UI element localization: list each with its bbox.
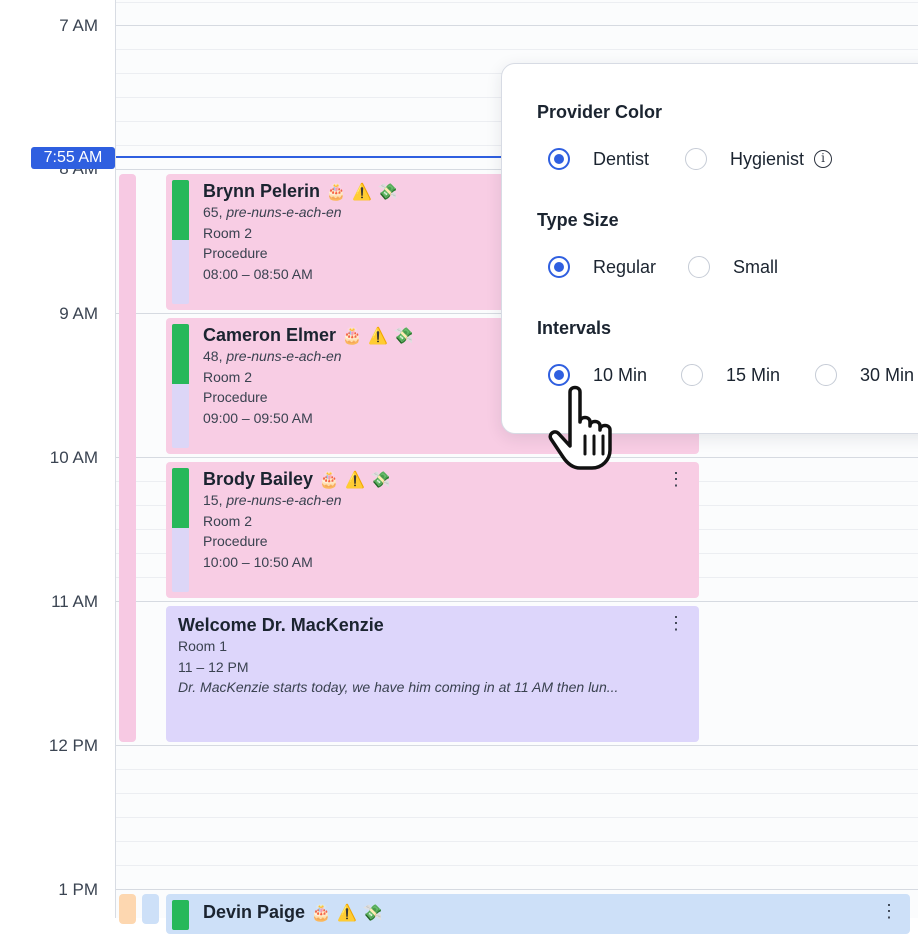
grid-line [116, 49, 918, 50]
patient-age: 65, [203, 204, 223, 220]
status-bar [172, 180, 189, 304]
grid-line [116, 889, 918, 890]
time-label-7am: 7 AM [59, 16, 98, 35]
radio-dentist[interactable]: Dentist [548, 148, 649, 170]
warning-icon: ⚠️ [351, 183, 372, 201]
event-time: 11 – 12 PM [178, 658, 249, 675]
status-bar [172, 468, 189, 592]
birthday-cake-icon: 🎂 [326, 183, 346, 201]
provider-strip [142, 894, 159, 924]
time-label-9am: 9 AM [59, 304, 98, 323]
provider-color-heading: Provider Color [537, 102, 663, 122]
appointment-room: Room 2 [203, 224, 253, 241]
event-note: Dr. MacKenzie starts today, we have him … [178, 679, 619, 695]
grid-line [116, 769, 918, 770]
more-options-icon[interactable]: ⋮ [667, 470, 685, 488]
patient-name: Cameron Elmer [203, 325, 337, 345]
hand-pointer-cursor-icon [548, 385, 612, 470]
info-icon[interactable]: i [814, 150, 833, 168]
appointment-time: 09:00 – 09:50 AM [203, 409, 313, 426]
patient-age: 48, [203, 348, 223, 364]
event-card[interactable]: Welcome Dr. MacKenzie Room 1 11 – 12 PM … [166, 606, 699, 742]
appointment-time: 10:00 – 10:50 AM [203, 553, 313, 570]
warning-icon: ⚠️ [367, 327, 388, 345]
time-label-11am: 11 AM [51, 592, 98, 611]
patient-name: Devin Paige [203, 902, 306, 922]
appointment-type: Procedure [203, 245, 268, 261]
appointment-card[interactable]: Brody Bailey 🎂 ⚠️ 💸 15, pre-nuns-e-ach-e… [166, 462, 699, 598]
radio-unselected-icon[interactable] [688, 256, 710, 278]
patient-age: 15, [203, 492, 223, 508]
appointment-time: 08:00 – 08:50 AM [203, 265, 313, 282]
radio-small[interactable]: Small [688, 256, 778, 278]
event-room: Room 1 [178, 638, 228, 654]
radio-label: 15 Min [726, 364, 781, 385]
patient-name: Brynn Pelerin [203, 181, 321, 201]
patient-pronouns: pre-nuns-e-ach-en [226, 492, 342, 508]
patient-pronouns: pre-nuns-e-ach-en [226, 204, 342, 220]
radio-regular[interactable]: Regular [548, 256, 656, 278]
appointment-card[interactable]: Devin Paige 🎂 ⚠️ 💸 ⋮ [166, 894, 910, 934]
more-options-icon[interactable]: ⋮ [667, 614, 685, 632]
type-size-heading: Type Size [537, 210, 619, 230]
time-label-1pm: 1 PM [58, 880, 98, 899]
radio-label: 10 Min [593, 364, 648, 385]
radio-unselected-icon[interactable] [681, 364, 703, 386]
event-title: Welcome Dr. MacKenzie [178, 615, 384, 635]
time-label-10am: 10 AM [49, 448, 98, 467]
birthday-cake-icon: 🎂 [319, 471, 339, 489]
view-settings-popover: Provider Color Dentist Hygienist i Type … [501, 63, 918, 434]
radio-unselected-icon[interactable] [685, 148, 707, 170]
appointment-type: Procedure [203, 533, 268, 549]
birthday-cake-icon: 🎂 [311, 904, 331, 922]
intervals-heading: Intervals [537, 318, 612, 338]
warning-icon: ⚠️ [336, 904, 357, 922]
radio-label: Dentist [593, 148, 650, 169]
current-time-marker: 7:55 AM [31, 147, 115, 169]
money-icon: 💸 [370, 471, 391, 489]
status-bar [172, 324, 189, 448]
radio-15-min[interactable]: 15 Min [681, 364, 780, 386]
grid-line [116, 2, 918, 3]
time-label-12pm: 12 PM [48, 736, 98, 755]
patient-pronouns: pre-nuns-e-ach-en [226, 348, 342, 364]
patient-name: Brody Bailey [203, 469, 314, 489]
money-icon: 💸 [377, 183, 398, 201]
grid-line [116, 817, 918, 818]
radio-unselected-icon[interactable] [815, 364, 837, 386]
radio-label: Small [733, 256, 779, 277]
radio-selected-icon[interactable] [548, 364, 570, 386]
radio-selected-icon[interactable] [548, 148, 570, 170]
money-icon: 💸 [393, 327, 414, 345]
radio-label: Hygienist [730, 148, 805, 169]
grid-line [116, 601, 918, 602]
more-options-icon[interactable]: ⋮ [880, 902, 898, 920]
radio-selected-icon[interactable] [548, 256, 570, 278]
grid-line [116, 841, 918, 842]
radio-hygienist[interactable]: Hygienist i [685, 148, 833, 170]
appointment-room: Room 2 [203, 512, 253, 529]
gutter-divider [115, 0, 116, 918]
appointment-type: Procedure [203, 389, 268, 405]
grid-line [116, 745, 918, 746]
radio-label: Regular [593, 256, 657, 277]
grid-line [116, 865, 918, 866]
provider-strip [119, 894, 136, 924]
grid-line [116, 793, 918, 794]
status-bar [172, 900, 189, 930]
radio-10-min[interactable]: 10 Min [548, 364, 647, 386]
radio-30-min[interactable]: 30 Min [815, 364, 914, 386]
radio-label: 30 Min [860, 364, 915, 385]
money-icon: 💸 [362, 904, 383, 922]
provider-strip [119, 174, 136, 742]
appointment-room: Room 2 [203, 368, 253, 385]
birthday-cake-icon: 🎂 [342, 327, 362, 345]
grid-line [116, 457, 918, 458]
grid-line [116, 25, 918, 26]
warning-icon: ⚠️ [344, 471, 365, 489]
